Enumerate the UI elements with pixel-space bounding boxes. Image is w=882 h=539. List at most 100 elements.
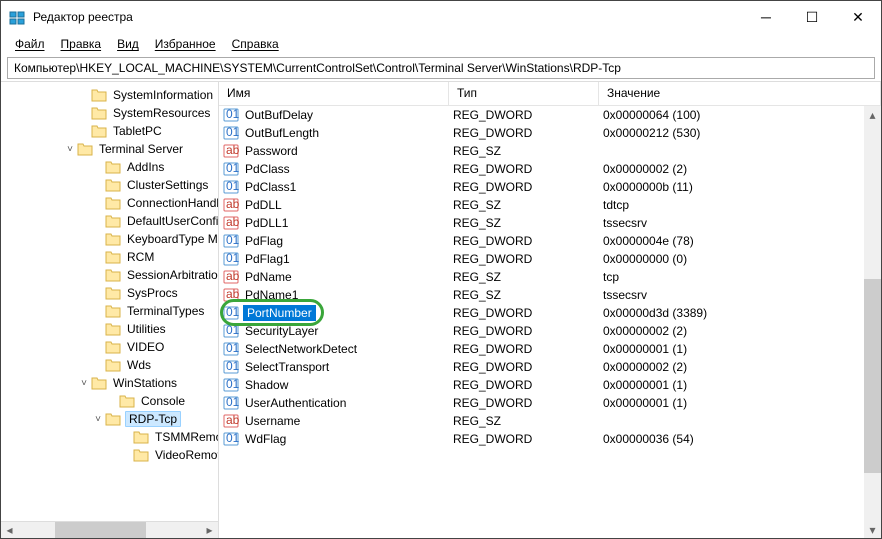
- menu-favorites[interactable]: Избранное: [149, 35, 222, 53]
- tree-node[interactable]: RCM: [5, 248, 219, 266]
- value-row[interactable]: PdFlagREG_DWORD0x0000004e (78): [219, 232, 881, 250]
- values-pane: Имя Тип Значение OutBufDelayREG_DWORD0x0…: [219, 82, 881, 538]
- tree-node[interactable]: ClusterSettings: [5, 176, 219, 194]
- value-row[interactable]: PdName1REG_SZtssecsrv: [219, 286, 881, 304]
- tree-node-label: ConnectionHandler: [125, 196, 219, 210]
- column-name[interactable]: Имя: [219, 82, 449, 105]
- value-row[interactable]: PdNameREG_SZtcp: [219, 268, 881, 286]
- tree-node[interactable]: TabletPC: [5, 122, 219, 140]
- tree-node[interactable]: ConnectionHandler: [5, 194, 219, 212]
- value-type: REG_SZ: [449, 270, 599, 284]
- value-type: REG_DWORD: [449, 396, 599, 410]
- tree-node[interactable]: VIDEO: [5, 338, 219, 356]
- dword-icon: [223, 323, 239, 339]
- menubar: Файл Правка Вид Избранное Справка: [1, 33, 881, 55]
- value-row[interactable]: OutBufDelayREG_DWORD0x00000064 (100): [219, 106, 881, 124]
- dword-icon: [223, 377, 239, 393]
- value-row[interactable]: WdFlagREG_DWORD0x00000036 (54): [219, 430, 881, 448]
- menu-edit[interactable]: Правка: [55, 35, 108, 53]
- value-row[interactable]: SecurityLayerREG_DWORD0x00000002 (2): [219, 322, 881, 340]
- tree-node[interactable]: DefaultUserConfiguration: [5, 212, 219, 230]
- app-icon: [9, 9, 25, 25]
- chevron-down-icon[interactable]: ˅: [63, 144, 77, 155]
- value-row[interactable]: UsernameREG_SZ: [219, 412, 881, 430]
- folder-icon: [133, 448, 149, 462]
- tree-node[interactable]: Wds: [5, 356, 219, 374]
- value-name: WdFlag: [243, 432, 288, 446]
- tree-node[interactable]: SystemResources: [5, 104, 219, 122]
- scroll-down-icon[interactable]: ▾: [864, 521, 881, 538]
- chevron-down-icon[interactable]: ˅: [77, 378, 91, 389]
- column-type[interactable]: Тип: [449, 82, 599, 105]
- value-row[interactable]: OutBufLengthREG_DWORD0x00000212 (530): [219, 124, 881, 142]
- tree-node[interactable]: Utilities: [5, 320, 219, 338]
- folder-icon: [119, 394, 135, 408]
- value-name: PortNumber: [243, 305, 316, 321]
- tree-node[interactable]: VideoRemoting: [5, 446, 219, 464]
- string-icon: [223, 413, 239, 429]
- menu-file[interactable]: Файл: [9, 35, 51, 53]
- tree-node[interactable]: TerminalTypes: [5, 302, 219, 320]
- menu-help[interactable]: Справка: [226, 35, 285, 53]
- value-data: 0x00000002 (2): [599, 360, 881, 374]
- tree-horizontal-scrollbar[interactable]: ◂ ▸: [1, 521, 218, 538]
- value-row[interactable]: PortNumberREG_DWORD0x00000d3d (3389): [219, 304, 881, 322]
- close-button[interactable]: ✕: [835, 1, 881, 33]
- value-row[interactable]: UserAuthenticationREG_DWORD0x00000001 (1…: [219, 394, 881, 412]
- value-data: 0x00000036 (54): [599, 432, 881, 446]
- chevron-down-icon[interactable]: ˅: [91, 414, 105, 425]
- tree-node[interactable]: SysProcs: [5, 284, 219, 302]
- folder-icon: [91, 376, 107, 390]
- scroll-thumb[interactable]: [55, 522, 147, 538]
- value-type: REG_DWORD: [449, 162, 599, 176]
- value-name: PdClass: [243, 162, 292, 176]
- value-row[interactable]: SelectTransportREG_DWORD0x00000002 (2): [219, 358, 881, 376]
- tree-node-label: TerminalTypes: [125, 304, 206, 318]
- maximize-button[interactable]: ☐: [789, 1, 835, 33]
- tree-pane[interactable]: SystemInformationSystemResources TabletPC…: [1, 82, 219, 538]
- address-bar[interactable]: Компьютер\HKEY_LOCAL_MACHINE\SYSTEM\Curr…: [7, 57, 875, 79]
- value-row[interactable]: PdClassREG_DWORD0x00000002 (2): [219, 160, 881, 178]
- value-row[interactable]: PasswordREG_SZ: [219, 142, 881, 160]
- scroll-up-icon[interactable]: ▴: [864, 106, 881, 123]
- tree-node[interactable]: Console: [5, 392, 219, 410]
- tree-node[interactable]: AddIns: [5, 158, 219, 176]
- tree-node-label: Utilities: [125, 322, 168, 336]
- tree-node[interactable]: TSMMRemoting: [5, 428, 219, 446]
- value-row[interactable]: PdFlag1REG_DWORD0x00000000 (0): [219, 250, 881, 268]
- folder-icon: [77, 142, 93, 156]
- scroll-left-icon[interactable]: ◂: [1, 522, 18, 539]
- tree-node[interactable]: SessionArbitrationHelper: [5, 266, 219, 284]
- menu-view[interactable]: Вид: [111, 35, 145, 53]
- body: SystemInformationSystemResources TabletPC…: [1, 81, 881, 538]
- tree-node-label: Wds: [125, 358, 153, 372]
- scroll-right-icon[interactable]: ▸: [201, 522, 218, 539]
- value-row[interactable]: ShadowREG_DWORD0x00000001 (1): [219, 376, 881, 394]
- scroll-thumb[interactable]: [864, 279, 881, 473]
- value-type: REG_DWORD: [449, 306, 599, 320]
- value-data: 0x0000004e (78): [599, 234, 881, 248]
- minimize-button[interactable]: ─: [743, 1, 789, 33]
- value-row[interactable]: PdDLLREG_SZtdtcp: [219, 196, 881, 214]
- value-row[interactable]: PdClass1REG_DWORD0x0000000b (11): [219, 178, 881, 196]
- dword-icon: [223, 251, 239, 267]
- tree-node-label: TabletPC: [111, 124, 164, 138]
- tree-node[interactable]: SystemInformation: [5, 86, 219, 104]
- tree-node[interactable]: ˅RDP-Tcp: [5, 410, 219, 428]
- window-title: Редактор реестра: [33, 10, 743, 24]
- dword-icon: [223, 161, 239, 177]
- tree-node[interactable]: ˅Terminal Server: [5, 140, 219, 158]
- tree-node[interactable]: ˅WinStations: [5, 374, 219, 392]
- tree-node[interactable]: KeyboardType Mapping: [5, 230, 219, 248]
- values-vertical-scrollbar[interactable]: ▴ ▾: [864, 106, 881, 538]
- value-type: REG_SZ: [449, 144, 599, 158]
- value-type: REG_DWORD: [449, 378, 599, 392]
- value-data: tcp: [599, 270, 881, 284]
- folder-icon: [133, 430, 149, 444]
- tree-node-label: Console: [139, 394, 187, 408]
- string-icon: [223, 287, 239, 303]
- value-row[interactable]: PdDLL1REG_SZtssecsrv: [219, 214, 881, 232]
- tree-node-label: SessionArbitrationHelper: [125, 268, 219, 282]
- column-value[interactable]: Значение: [599, 82, 881, 105]
- value-row[interactable]: SelectNetworkDetectREG_DWORD0x00000001 (…: [219, 340, 881, 358]
